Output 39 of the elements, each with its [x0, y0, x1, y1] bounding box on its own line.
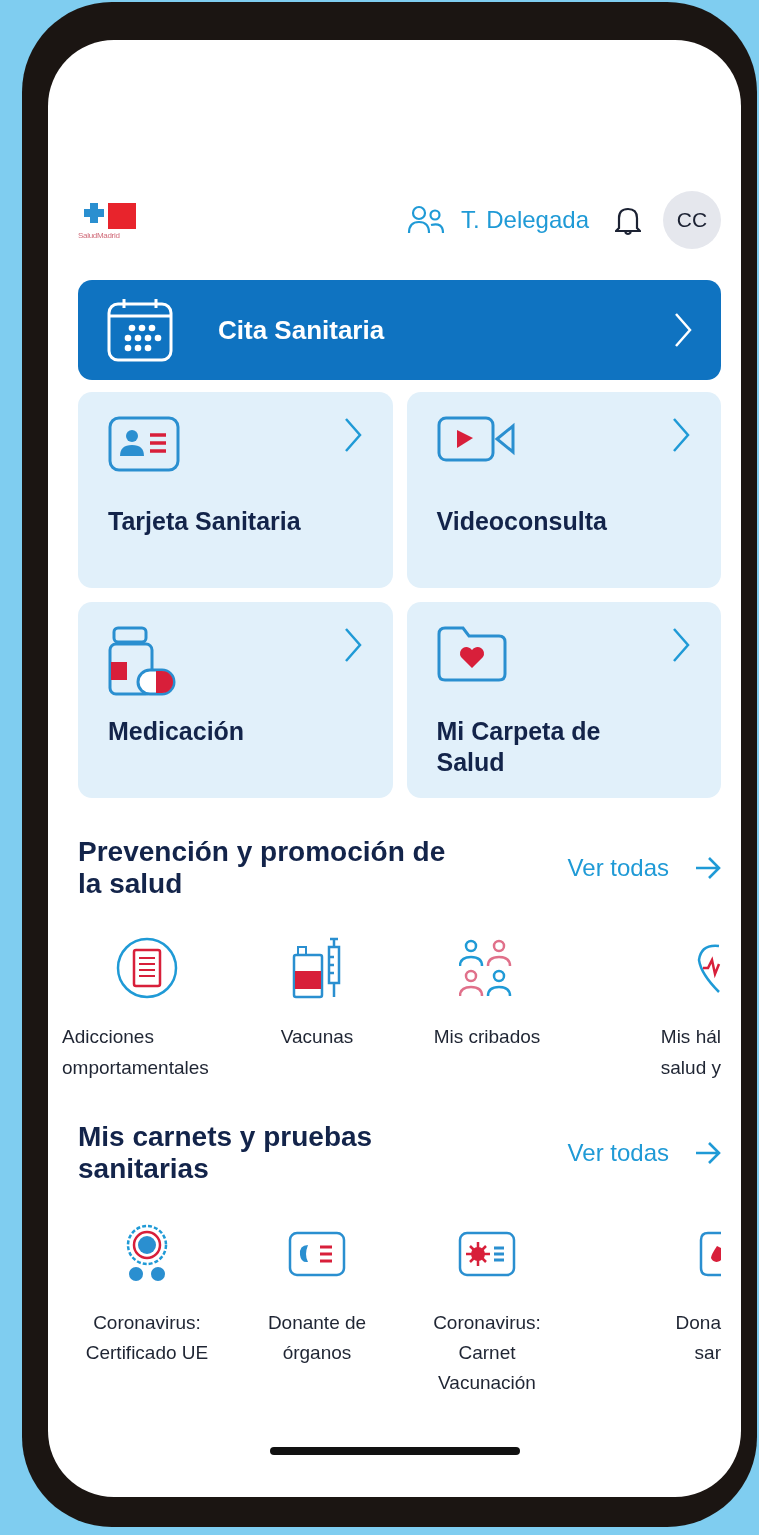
- shortcut-item[interactable]: Mis hál salud y: [572, 930, 721, 1084]
- users-icon: [406, 205, 445, 235]
- medicine-bottle-icon: [108, 626, 178, 698]
- service-tile[interactable]: Videoconsulta: [406, 392, 721, 588]
- service-tile[interactable]: Tarjeta Sanitaria: [78, 392, 393, 588]
- chevron-right-icon: [671, 416, 691, 454]
- shortcut-item[interactable]: Donante de órganos: [232, 1215, 402, 1399]
- shortcut-item[interactable]: Vacunas: [232, 930, 402, 1084]
- tile-label: Videoconsulta: [436, 506, 608, 537]
- folder-heart-icon: [436, 626, 507, 682]
- virus-card-icon: [458, 1230, 516, 1277]
- document-icon: [116, 937, 178, 1000]
- service-tile[interactable]: Mi Carpeta de Salud: [406, 602, 721, 798]
- shortcut-item[interactable]: Adicciones omportamentales: [62, 930, 232, 1084]
- id-card-icon: [108, 416, 180, 472]
- shortcut-item[interactable]: Coronavirus: Carnet Vacunación: [402, 1215, 572, 1399]
- calendar-icon: [106, 296, 174, 364]
- chevron-right-icon: [342, 626, 363, 664]
- avatar[interactable]: CC: [663, 191, 721, 249]
- shortcut-item[interactable]: Dona sar: [572, 1215, 721, 1399]
- blood-drop-card-icon: [699, 1230, 721, 1277]
- rosette-icon: [124, 1223, 170, 1284]
- shortcut-item[interactable]: Coronavirus: Certificado UE: [62, 1215, 232, 1399]
- organ-card-icon: [288, 1230, 346, 1277]
- vaccine-icon: [292, 937, 342, 1000]
- logo-text: SaludMadrid: [78, 230, 120, 240]
- chevron-right-icon: [671, 626, 691, 664]
- tile-label: Medicación: [108, 716, 246, 747]
- section-title: Mis carnets y pruebas sanitarias: [78, 1121, 374, 1186]
- tile-label: Tarjeta Sanitaria: [108, 506, 302, 537]
- service-tile[interactable]: Medicación: [78, 602, 393, 798]
- chevron-right-icon: [342, 416, 363, 454]
- arrow-right-icon: [695, 857, 721, 880]
- appointment-button[interactable]: Cita Sanitaria: [78, 280, 721, 380]
- tile-label: Mi Carpeta de Salud: [436, 716, 602, 779]
- section-title: Prevención y promoción de la salud: [78, 836, 447, 901]
- arrow-right-icon: [695, 1142, 721, 1165]
- chevron-right-icon: [673, 311, 693, 349]
- shortcut-item[interactable]: Mis cribados: [402, 930, 572, 1084]
